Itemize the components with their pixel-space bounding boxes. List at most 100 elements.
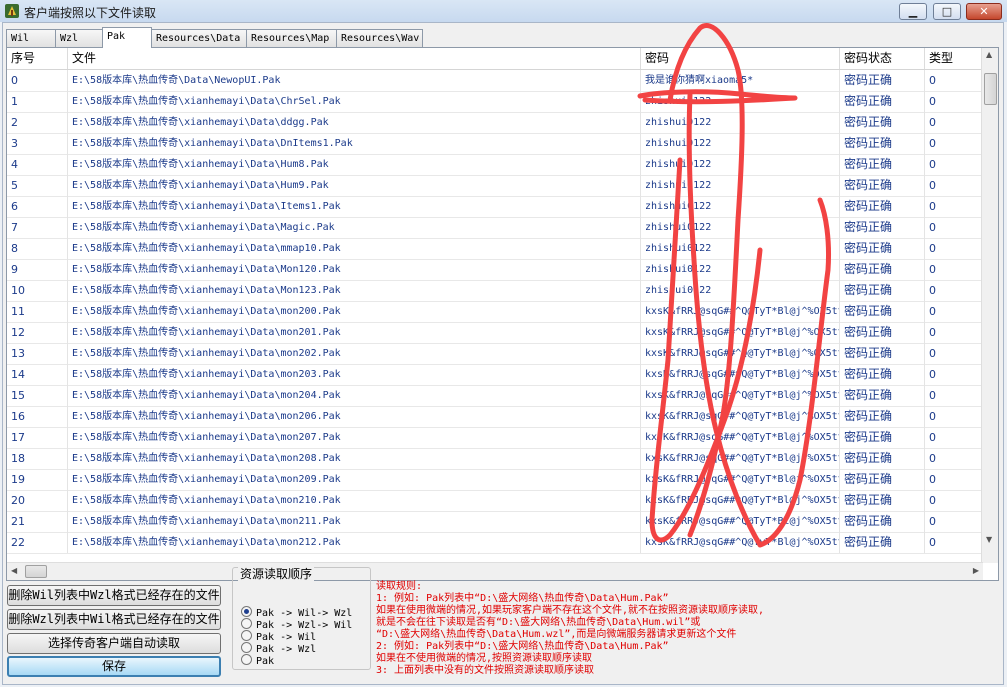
tab-resources-wav[interactable]: Resources\Wav: [336, 29, 423, 47]
cell-type: 0: [929, 242, 936, 255]
window-title: 客户端按照以下文件读取: [24, 6, 157, 20]
table-row[interactable]: 7 E:\58版本库\热血传奇\xianhemayi\Data\Magic.Pak…: [7, 217, 983, 239]
radio-unchecked-icon[interactable]: [241, 642, 252, 653]
cell-password-status: 密码正确: [840, 322, 925, 343]
table-row[interactable]: 16 E:\58版本库\热血传奇\xianhemayi\Data\mon206.P…: [7, 406, 983, 428]
table-row[interactable]: 12 E:\58版本库\热血传奇\xianhemayi\Data\mon201.P…: [7, 322, 983, 344]
cell-type: 0: [929, 536, 936, 549]
cell-password: kxsK&fRRJ@sqG##^Q@TyT*Bl@j^%OX5tt: [641, 364, 840, 385]
radio-unchecked-icon[interactable]: [241, 618, 252, 629]
column-header-file[interactable]: 文件: [68, 48, 641, 69]
rules-line: 如果在不使用微端的情况,按照资源读取顺序读取: [376, 653, 593, 664]
cell-type: 0: [929, 389, 936, 402]
table-row[interactable]: 8 E:\58版本库\热血传奇\xianhemayi\Data\mmap10.Pa…: [7, 238, 983, 260]
close-button[interactable]: ✕: [966, 3, 1002, 20]
tab-wzl[interactable]: Wzl: [55, 29, 103, 47]
cell-type: 0: [929, 137, 936, 150]
read-order-option[interactable]: Pak -> Wil-> Wzl: [241, 606, 352, 619]
maximize-icon: □: [941, 5, 953, 18]
list-header: 序号 文件 密码 密码状态 类型: [7, 48, 983, 70]
cell-type: 0: [929, 494, 936, 507]
cell-type: 0: [929, 200, 936, 213]
cell-password-status: 密码正确: [840, 406, 925, 427]
rules-line: 就是不会在往下读取是否有“D:\盛大网络\热血传奇\Data\Hum.wil”或: [376, 617, 701, 628]
horizontal-scrollbar[interactable]: ◀ ▶: [7, 562, 983, 580]
cell-type: 0: [929, 410, 936, 423]
delete-wil-duplicates-button[interactable]: 删除Wil列表中Wzl格式已经存在的文件: [7, 585, 221, 606]
radio-unchecked-icon[interactable]: [241, 630, 252, 641]
cell-password: 我是谁你猜啊xiaoma5*: [641, 70, 840, 91]
cell-password-status: 密码正确: [840, 343, 925, 364]
table-row[interactable]: 9 E:\58版本库\热血传奇\xianhemayi\Data\Mon120.Pa…: [7, 259, 983, 281]
table-row[interactable]: 22 E:\58版本库\热血传奇\xianhemayi\Data\mon212.P…: [7, 532, 983, 554]
cell-password: zhishui0122: [641, 259, 840, 280]
tab-wil[interactable]: Wil: [6, 29, 56, 47]
read-order-option[interactable]: Pak -> Wil: [241, 630, 316, 643]
table-row[interactable]: 13 E:\58版本库\热血传奇\xianhemayi\Data\mon202.P…: [7, 343, 983, 365]
table-row[interactable]: 14 E:\58版本库\热血传奇\xianhemayi\Data\mon203.P…: [7, 364, 983, 386]
read-order-option[interactable]: Pak -> Wzl-> Wil: [241, 618, 352, 631]
cell-password-status: 密码正确: [840, 238, 925, 259]
table-row[interactable]: 20 E:\58版本库\热血传奇\xianhemayi\Data\mon210.P…: [7, 490, 983, 512]
save-button[interactable]: 保存: [7, 656, 221, 677]
file-list[interactable]: 序号 文件 密码 密码状态 类型 0 E:\58版本库\热血传奇\Data\New…: [6, 47, 999, 581]
column-header-type[interactable]: 类型: [925, 48, 983, 69]
tab-resources-map[interactable]: Resources\Map: [246, 29, 337, 47]
table-row[interactable]: 0 E:\58版本库\热血传奇\Data\NewopUI.Pak 我是谁你猜啊xia…: [7, 70, 983, 92]
cell-password: kxsK&fRRJ@sqG##^Q@TyT*Bl@j^%OX5tt: [641, 427, 840, 448]
horizontal-scroll-thumb[interactable]: [25, 565, 47, 578]
table-row[interactable]: 5 E:\58版本库\热血传奇\xianhemayi\Data\Hum9.Pak z…: [7, 175, 983, 197]
scroll-left-icon[interactable]: ◀: [11, 566, 17, 575]
cell-file: E:\58版本库\热血传奇\xianhemayi\Data\mon201.Pak: [68, 322, 641, 343]
cell-index: 6: [7, 196, 68, 217]
tab-pak[interactable]: Pak: [102, 27, 152, 48]
column-header-index[interactable]: 序号: [7, 48, 68, 69]
cell-password-status: 密码正确: [840, 112, 925, 133]
rules-line: “D:\盛大网络\热血传奇\Data\Hum.wzl”,而是向微端服务器请求更新…: [376, 629, 737, 640]
table-row[interactable]: 2 E:\58版本库\热血传奇\xianhemayi\Data\ddgg.Pak z…: [7, 112, 983, 134]
title-bar: 客户端按照以下文件读取 ▁ □ ✕: [0, 0, 1007, 22]
delete-wzl-duplicates-button[interactable]: 删除Wzl列表中Wil格式已经存在的文件: [7, 609, 221, 630]
table-row[interactable]: 3 E:\58版本库\热血传奇\xianhemayi\Data\DnItems1.…: [7, 133, 983, 155]
cell-index: 8: [7, 238, 68, 259]
cell-index: 7: [7, 217, 68, 238]
cell-password: zhishui0122: [641, 217, 840, 238]
scroll-down-icon[interactable]: ▼: [986, 535, 992, 544]
column-header-password[interactable]: 密码: [641, 48, 840, 69]
scroll-right-icon[interactable]: ▶: [973, 566, 979, 575]
radio-unchecked-icon[interactable]: [241, 654, 252, 665]
table-row[interactable]: 17 E:\58版本库\热血传奇\xianhemayi\Data\mon207.P…: [7, 427, 983, 449]
table-row[interactable]: 6 E:\58版本库\热血传奇\xianhemayi\Data\Items1.Pa…: [7, 196, 983, 218]
read-order-option[interactable]: Pak -> Wzl: [241, 642, 316, 655]
column-header-password-status[interactable]: 密码状态: [840, 48, 925, 69]
cell-type: 0: [929, 95, 936, 108]
scroll-up-icon[interactable]: ▲: [986, 50, 992, 59]
read-order-option[interactable]: Pak: [241, 654, 274, 667]
vertical-scrollbar[interactable]: ▲ ▼: [981, 48, 998, 563]
table-row[interactable]: 10 E:\58版本库\热血传奇\xianhemayi\Data\Mon123.P…: [7, 280, 983, 302]
minimize-button[interactable]: ▁: [899, 3, 927, 20]
table-row[interactable]: 11 E:\58版本库\热血传奇\xianhemayi\Data\mon200.P…: [7, 301, 983, 323]
table-row[interactable]: 4 E:\58版本库\热血传奇\xianhemayi\Data\Hum8.Pak z…: [7, 154, 983, 176]
select-client-button[interactable]: 选择传奇客户端自动读取: [7, 633, 221, 654]
cell-type: 0: [929, 305, 936, 318]
table-row[interactable]: 15 E:\58版本库\热血传奇\xianhemayi\Data\mon204.P…: [7, 385, 983, 407]
rules-line: 1: 例如: Pak列表中“D:\盛大网络\热血传奇\Data\Hum.Pak”: [376, 593, 669, 604]
cell-password: zhishui0122: [641, 175, 840, 196]
table-row[interactable]: 21 E:\58版本库\热血传奇\xianhemayi\Data\mon211.P…: [7, 511, 983, 533]
cell-file: E:\58版本库\热血传奇\xianhemayi\Data\Mon120.Pak: [68, 259, 641, 280]
table-row[interactable]: 1 E:\58版本库\热血传奇\xianhemayi\Data\ChrSel.Pa…: [7, 91, 983, 113]
cell-password-status: 密码正确: [840, 91, 925, 112]
vertical-scroll-thumb[interactable]: [984, 73, 997, 105]
read-order-title: 资源读取顺序: [238, 565, 315, 582]
radio-checked-icon[interactable]: [241, 606, 252, 617]
cell-type: 0: [929, 284, 936, 297]
table-row[interactable]: 18 E:\58版本库\热血传奇\xianhemayi\Data\mon208.P…: [7, 448, 983, 470]
cell-file: E:\58版本库\热血传奇\xianhemayi\Data\mon210.Pak: [68, 490, 641, 511]
cell-type: 0: [929, 116, 936, 129]
table-row[interactable]: 19 E:\58版本库\热血传奇\xianhemayi\Data\mon209.P…: [7, 469, 983, 491]
tab-resources-data[interactable]: Resources\Data: [151, 29, 247, 47]
maximize-button[interactable]: □: [933, 3, 961, 20]
minimize-icon: ▁: [908, 5, 918, 18]
cell-file: E:\58版本库\热血传奇\xianhemayi\Data\mon207.Pak: [68, 427, 641, 448]
